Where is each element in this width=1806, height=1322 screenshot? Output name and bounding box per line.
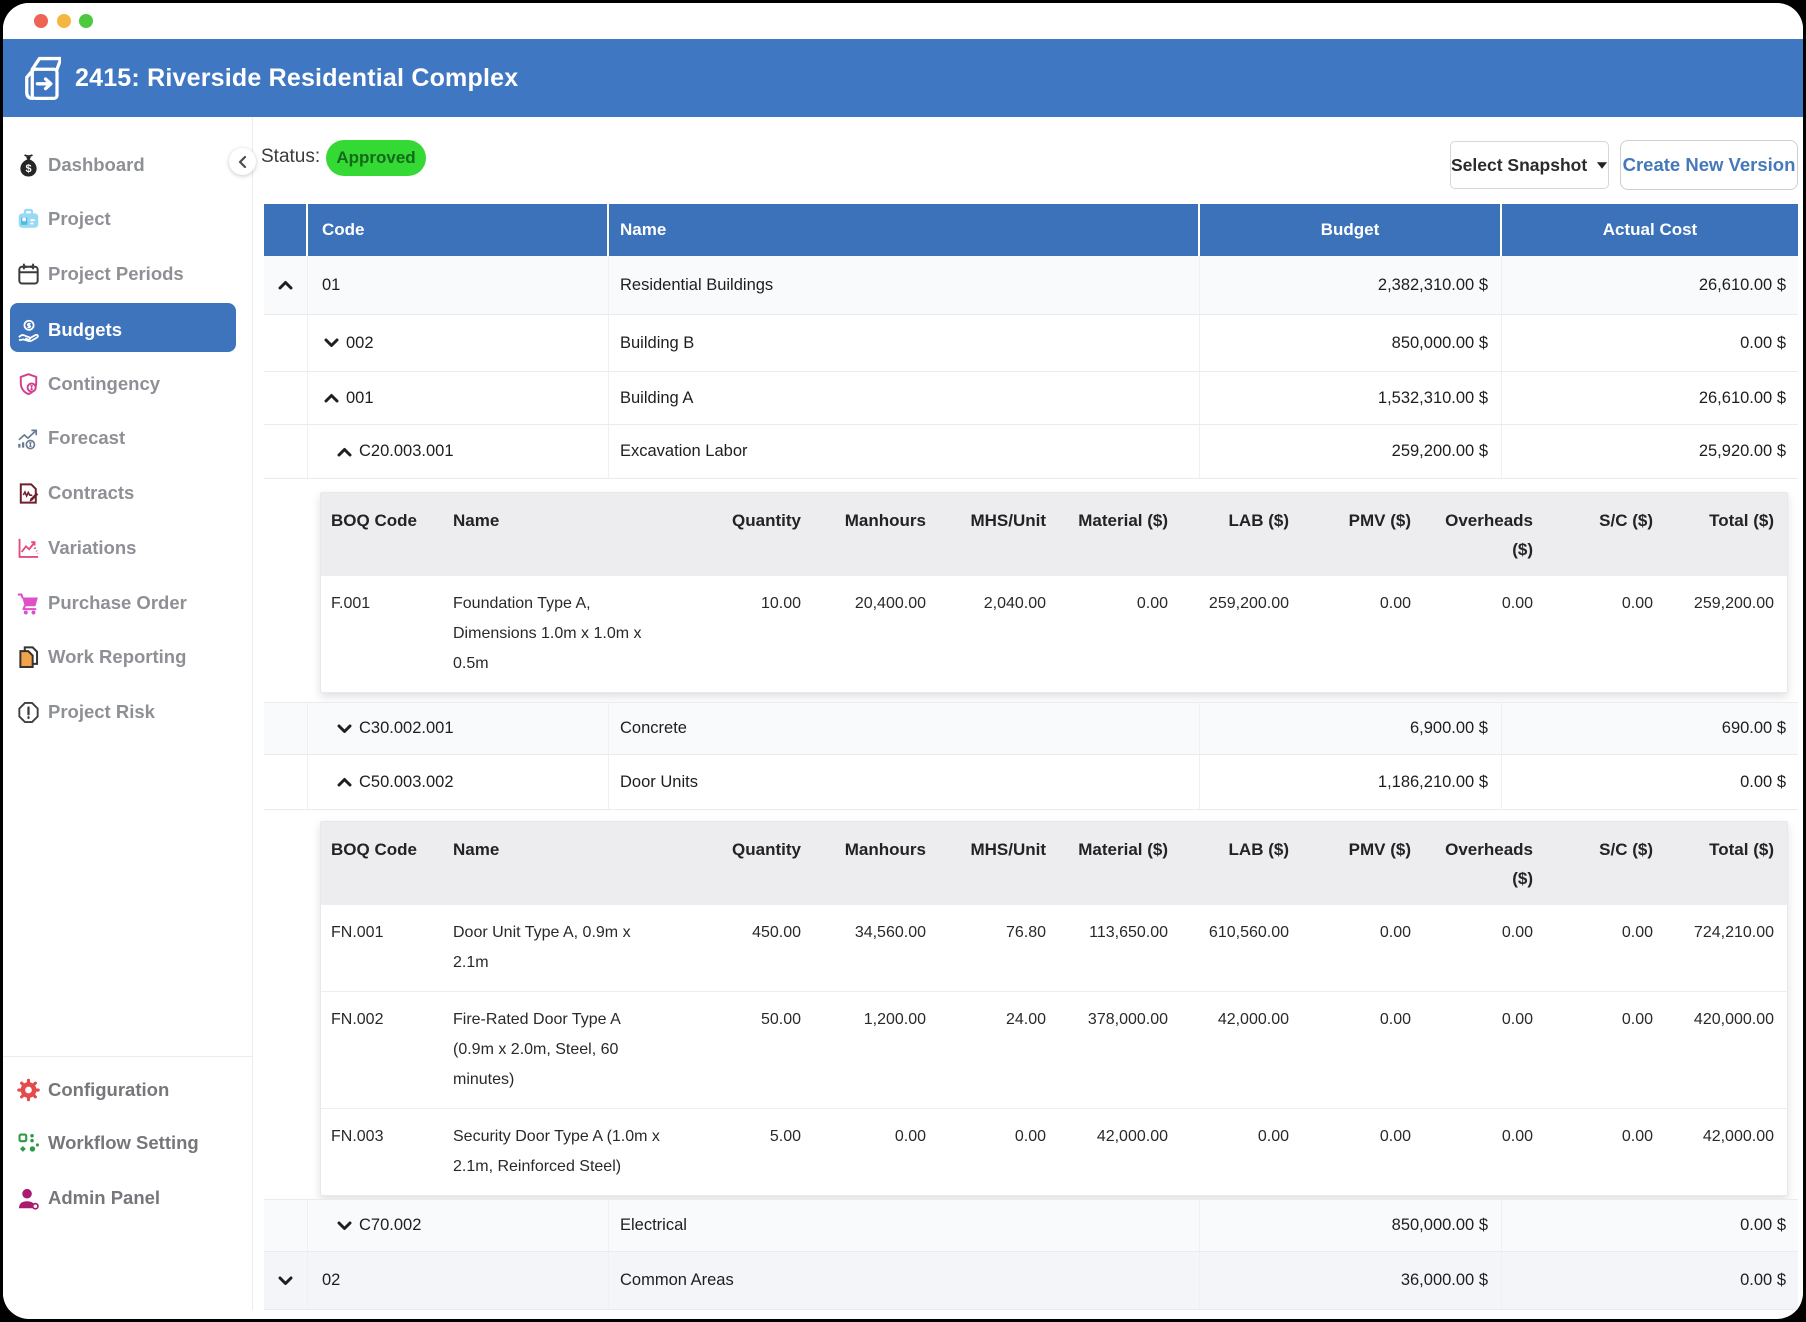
svg-text:$: $ xyxy=(25,162,31,174)
